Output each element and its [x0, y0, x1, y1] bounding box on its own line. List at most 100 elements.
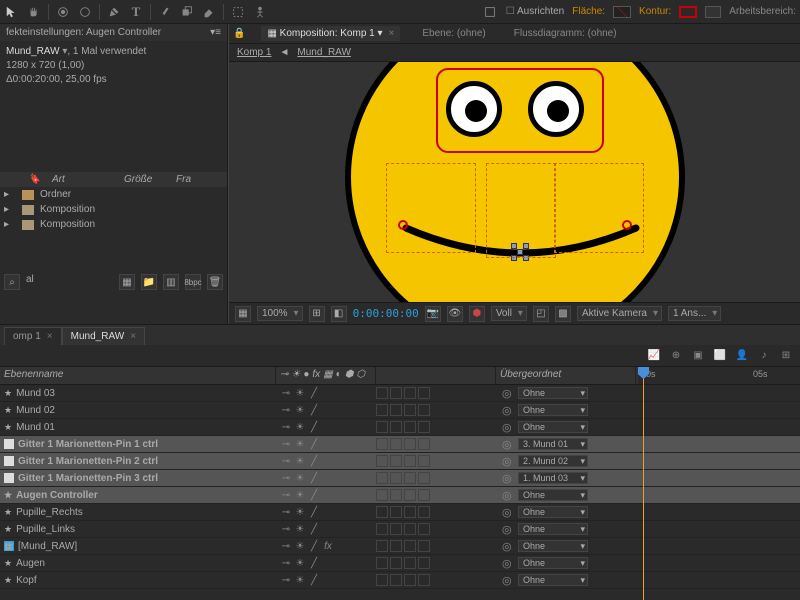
parent-dropdown[interactable]: Ohne — [518, 557, 588, 569]
layer-row[interactable]: ★Kopf ⊸☀╱ ◎Ohne — [0, 572, 800, 589]
breadcrumb-item[interactable]: Mund_RAW — [297, 47, 351, 58]
pickwhip-icon[interactable]: ◎ — [502, 438, 514, 450]
parent-dropdown[interactable]: Ohne — [518, 540, 588, 552]
pickwhip-icon[interactable]: ◎ — [502, 506, 514, 518]
col-layer-name[interactable]: Ebenenname — [0, 367, 276, 384]
parent-dropdown[interactable]: Ohne — [518, 506, 588, 518]
lock-icon[interactable]: 🔒 — [233, 28, 245, 39]
layer-row[interactable]: ★Mund 02 ⊸☀╱ ◎Ohne — [0, 402, 800, 419]
workspace-icon[interactable] — [705, 6, 721, 18]
pickwhip-icon[interactable]: ◎ — [502, 455, 514, 467]
layer-row[interactable]: ★Pupille_Links ⊸☀╱ ◎Ohne — [0, 521, 800, 538]
parent-dropdown[interactable]: Ohne — [518, 404, 588, 416]
align-checkbox-label[interactable]: ☐ Ausrichten — [506, 6, 564, 17]
roto-tool-icon[interactable] — [230, 4, 246, 20]
close-icon[interactable]: × — [47, 331, 53, 342]
playhead[interactable] — [643, 367, 644, 600]
timeline-tab[interactable]: Mund_RAW × — [62, 327, 145, 345]
eraser-tool-icon[interactable] — [201, 4, 217, 20]
brush-tool-icon[interactable] — [157, 4, 173, 20]
shy-icon[interactable]: 👤 — [734, 348, 750, 364]
pickwhip-icon[interactable]: ◎ — [502, 523, 514, 535]
layer-row[interactable]: ▦[Mund_RAW] ⊸☀╱fx ◎Ohne — [0, 538, 800, 555]
parent-dropdown[interactable]: Ohne — [518, 574, 588, 586]
pickwhip-icon[interactable]: ◎ — [502, 489, 514, 501]
breadcrumb-item[interactable]: Komp 1 — [237, 47, 271, 58]
layer-row[interactable]: Gitter 1 Marionetten-Pin 1 ctrl ⊸☀╱ ◎3. … — [0, 436, 800, 453]
resolution-dropdown[interactable]: Voll — [491, 306, 527, 321]
project-item[interactable]: ▸Komposition — [0, 202, 227, 217]
parent-dropdown[interactable]: Ohne — [518, 523, 588, 535]
transparency-icon[interactable]: ▩ — [555, 306, 571, 322]
viewer-tab[interactable]: Ebene: (ohne) — [416, 26, 491, 41]
close-icon[interactable]: × — [389, 28, 395, 39]
pen-tool-icon[interactable] — [106, 4, 122, 20]
new-folder-icon[interactable]: 📁 — [141, 274, 157, 290]
audio-icon[interactable]: ♪ — [756, 348, 772, 364]
col-size[interactable]: Größe — [124, 174, 164, 185]
graph-editor-icon[interactable]: 📈 — [646, 348, 662, 364]
pickwhip-icon[interactable]: ◎ — [502, 557, 514, 569]
timeline-tab[interactable]: omp 1 × — [4, 327, 62, 345]
project-item[interactable]: ▸Komposition — [0, 217, 227, 232]
motion-blur-icon[interactable]: ⊕ — [668, 348, 684, 364]
zoom-dropdown[interactable]: 100% — [257, 306, 303, 321]
new-comp-icon[interactable]: ▥ — [163, 274, 179, 290]
resolution-icon[interactable]: ⊞ — [309, 306, 325, 322]
clone-tool-icon[interactable] — [179, 4, 195, 20]
layer-row[interactable]: Gitter 1 Marionetten-Pin 2 ctrl ⊸☀╱ ◎2. … — [0, 453, 800, 470]
pickwhip-icon[interactable]: ◎ — [502, 387, 514, 399]
layer-row[interactable]: Gitter 1 Marionetten-Pin 3 ctrl ⊸☀╱ ◎1. … — [0, 470, 800, 487]
rotate-tool-icon[interactable] — [77, 4, 93, 20]
selection-tool-icon[interactable] — [4, 4, 20, 20]
layer-row[interactable]: ★Augen ⊸☀╱ ◎Ohne — [0, 555, 800, 572]
pickwhip-icon[interactable]: ◎ — [502, 540, 514, 552]
channel-icon[interactable]: ⬢ — [469, 306, 485, 322]
bpc-icon[interactable]: 8bpc — [185, 274, 201, 290]
parent-dropdown[interactable]: Ohne — [518, 387, 588, 399]
region-icon[interactable]: ◰ — [533, 306, 549, 322]
camera-dropdown[interactable]: Aktive Kamera — [577, 306, 662, 321]
pickwhip-icon[interactable]: ◎ — [502, 472, 514, 484]
project-item[interactable]: ▸Ordner — [0, 187, 227, 202]
col-framerate[interactable]: Fra — [176, 174, 191, 185]
puppet-tool-icon[interactable] — [252, 4, 268, 20]
close-icon[interactable]: × — [130, 331, 136, 342]
viewer-tab[interactable]: Flussdiagramm: (ohne) — [508, 26, 623, 41]
stroke-swatch[interactable] — [679, 6, 697, 18]
layer-row[interactable]: ★Pupille_Rechts ⊸☀╱ ◎Ohne — [0, 504, 800, 521]
col-type[interactable]: Art — [52, 174, 112, 185]
panel-menu-icon[interactable]: ▾≡ — [210, 27, 221, 38]
parent-dropdown[interactable]: Ohne — [518, 421, 588, 433]
orbit-tool-icon[interactable] — [55, 4, 71, 20]
search-icon[interactable]: ⌕ — [4, 274, 20, 290]
parent-dropdown[interactable]: Ohne — [518, 489, 588, 501]
show-snapshot-icon[interactable]: 👁 — [447, 306, 463, 322]
pickwhip-icon[interactable]: ◎ — [502, 404, 514, 416]
parent-dropdown[interactable]: 3. Mund 01 — [518, 438, 588, 450]
snap-icon[interactable] — [482, 4, 498, 20]
layer-row[interactable]: ★Mund 03 ⊸☀╱ ◎Ohne — [0, 385, 800, 402]
pickwhip-icon[interactable]: ◎ — [502, 574, 514, 586]
fill-swatch[interactable] — [613, 6, 631, 18]
interpret-icon[interactable]: ▦ — [119, 274, 135, 290]
trash-icon[interactable]: 🗑 — [207, 274, 223, 290]
col-parent[interactable]: Übergeordnet — [496, 367, 636, 384]
expand-icon[interactable]: ⊞ — [778, 348, 794, 364]
layer-row[interactable]: ★Mund 01 ⊸☀╱ ◎Ohne — [0, 419, 800, 436]
text-tool-icon[interactable]: T — [128, 4, 144, 20]
views-dropdown[interactable]: 1 Ans... — [668, 306, 721, 321]
hand-tool-icon[interactable] — [26, 4, 42, 20]
time-ruler[interactable]: 0s 05s — [638, 367, 800, 385]
pickwhip-icon[interactable]: ◎ — [502, 421, 514, 433]
parent-dropdown[interactable]: 1. Mund 03 — [518, 472, 588, 484]
3d-icon[interactable]: ⬜ — [712, 348, 728, 364]
layer-row[interactable]: ★Augen Controller ⊸☀╱ ◎Ohne — [0, 487, 800, 504]
current-time[interactable]: 0:00:00:00 — [353, 307, 419, 320]
snapshot-icon[interactable]: 📷 — [425, 306, 441, 322]
grid-icon[interactable]: ▦ — [235, 306, 251, 322]
frame-blend-icon[interactable]: ▣ — [690, 348, 706, 364]
viewport[interactable] — [229, 62, 800, 302]
mask-icon[interactable]: ◧ — [331, 306, 347, 322]
viewer-tab[interactable]: ▦ Komposition: Komp 1 ▾ × — [261, 26, 400, 41]
